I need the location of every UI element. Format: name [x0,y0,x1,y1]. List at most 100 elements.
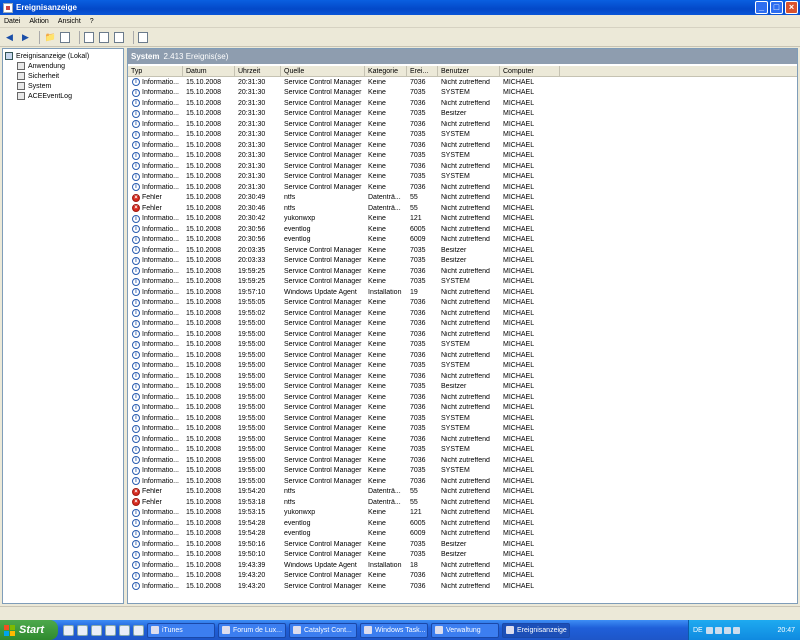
column-header-typ[interactable]: Typ [128,66,183,76]
tree-item-sicherheit[interactable]: Sicherheit [5,71,121,81]
table-row[interactable]: i Informatio... 15.10.2008 19:55:00 Service … [128,455,797,466]
table-row[interactable]: i Informatio... 15.10.2008 19:50:16 Service … [128,539,797,550]
table-row[interactable]: i Informatio... 15.10.2008 19:59:25 Service … [128,277,797,288]
table-row[interactable]: i Informatio... 15.10.2008 19:55:00 Service … [128,361,797,372]
menu-help[interactable]: ? [90,18,94,25]
table-row[interactable]: i Informatio... 15.10.2008 20:31:30 Service … [128,119,797,130]
task-taskmanager[interactable]: Windows Task... [360,622,428,638]
menu-datei[interactable]: Datei [4,18,20,25]
minimize-button[interactable]: _ [755,1,768,14]
table-row[interactable]: i Informatio... 15.10.2008 19:43:20 Service … [128,581,797,592]
menu-aktion[interactable]: Aktion [29,18,48,25]
table-row[interactable]: × Fehler 15.10.2008 20:30:49 ntfs Datenträ...… [128,193,797,204]
table-row[interactable]: i Informatio... 15.10.2008 19:55:05 Service … [128,298,797,309]
cell-typ: i Informatio... [128,235,183,244]
close-button[interactable]: × [785,1,798,14]
table-row[interactable]: i Informatio... 15.10.2008 19:55:00 Service … [128,392,797,403]
event-viewer-app-icon[interactable] [3,2,13,13]
start-button[interactable]: Start [0,620,58,640]
media-icon[interactable] [119,624,130,636]
folder-up-icon[interactable]: 📁 [44,31,57,44]
table-row[interactable]: i Informatio... 15.10.2008 20:31:30 Service … [128,151,797,162]
table-row[interactable]: i Informatio... 15.10.2008 19:54:28 eventlog… [128,529,797,540]
column-header-kategorie[interactable]: Kategorie [365,66,407,76]
task-itunes[interactable]: iTunes [147,622,215,638]
table-row[interactable]: i Informatio... 15.10.2008 19:55:00 Service … [128,424,797,435]
properties-icon[interactable] [84,31,94,43]
wlan-icon[interactable] [91,624,102,636]
table-row[interactable]: i Informatio... 15.10.2008 20:31:30 Service … [128,182,797,193]
table-row[interactable]: × Fehler 15.10.2008 19:54:20 ntfs Datenträ...… [128,487,797,498]
desktop-icon[interactable] [133,624,144,636]
cell-benutzer: Nicht zutreffend [441,194,490,202]
cell-datum: 15.10.2008 [186,78,222,86]
tree-item-aceeventlog[interactable]: ACEEventLog [5,91,121,101]
clock[interactable]: 20:47 [777,627,795,634]
table-row[interactable]: i Informatio... 15.10.2008 20:31:30 Service … [128,140,797,151]
column-header-datum[interactable]: Datum [183,66,235,76]
table-row[interactable]: i Informatio... 15.10.2008 19:43:20 Service … [128,571,797,582]
tree-item-system[interactable]: System [5,81,121,91]
column-header-benutzer[interactable]: Benutzer [438,66,500,76]
table-row[interactable]: i Informatio... 15.10.2008 19:55:00 Service … [128,413,797,424]
table-row[interactable]: i Informatio... 15.10.2008 19:50:10 Service … [128,550,797,561]
task-catalyst[interactable]: Catalyst Cont... [289,622,357,638]
column-header-computer[interactable]: Computer [500,66,560,76]
task-ereignisanzeige[interactable]: Ereignisanzeige [502,622,570,638]
tray-icon[interactable] [705,626,713,634]
table-row[interactable]: i Informatio... 15.10.2008 19:55:00 Service … [128,445,797,456]
table-row[interactable]: i Informatio... 15.10.2008 19:55:00 Service … [128,403,797,414]
table-row[interactable]: i Informatio... 15.10.2008 20:31:30 Service … [128,161,797,172]
table-row[interactable]: i Informatio... 15.10.2008 19:55:00 Service … [128,329,797,340]
language-indicator[interactable]: DE [693,627,703,634]
task-verwaltung[interactable]: Verwaltung [431,622,499,638]
ati-tray-icon[interactable] [732,626,740,634]
help-icon[interactable] [138,31,148,43]
table-row[interactable]: i Informatio... 15.10.2008 19:55:00 Service … [128,371,797,382]
table-row[interactable]: i Informatio... 15.10.2008 19:54:28 eventlog… [128,518,797,529]
forward-arrow-icon[interactable]: ▶ [19,31,32,44]
column-header-quelle[interactable]: Quelle [281,66,365,76]
table-row[interactable]: i Informatio... 15.10.2008 20:30:42 yukonwxp… [128,214,797,225]
menu-ansicht[interactable]: Ansicht [58,18,81,25]
network-icon[interactable] [723,626,731,634]
table-row[interactable]: i Informatio... 15.10.2008 19:43:39 Windows … [128,560,797,571]
table-row[interactable]: i Informatio... 15.10.2008 19:55:00 Service … [128,340,797,351]
table-row[interactable]: i Informatio... 15.10.2008 20:31:30 Service … [128,109,797,120]
table-row[interactable]: i Informatio... 15.10.2008 19:55:00 Service … [128,382,797,393]
show-tree-icon[interactable] [60,31,70,43]
volume-icon[interactable] [714,626,722,634]
table-row[interactable]: i Informatio... 15.10.2008 20:31:30 Service … [128,98,797,109]
table-row[interactable]: × Fehler 15.10.2008 20:30:46 ntfs Datenträ...… [128,203,797,214]
table-row[interactable]: i Informatio... 15.10.2008 20:03:33 Service … [128,256,797,267]
table-row[interactable]: i Informatio... 15.10.2008 20:30:56 eventlog… [128,224,797,235]
task-forum[interactable]: Forum de Lux... [218,622,286,638]
table-row[interactable]: i Informatio... 15.10.2008 19:53:15 yukonwxp… [128,508,797,519]
tree-root[interactable]: Ereignisanzeige (Lokal) [5,51,121,61]
column-header-uhrzeit[interactable]: Uhrzeit [235,66,281,76]
table-row[interactable]: i Informatio... 15.10.2008 19:55:00 Service … [128,319,797,330]
table-row[interactable]: i Informatio... 15.10.2008 20:31:30 Service … [128,172,797,183]
firefox-icon[interactable] [63,624,74,636]
chat-icon[interactable] [77,624,88,636]
refresh-icon[interactable] [114,31,124,43]
table-row[interactable]: i Informatio... 15.10.2008 19:55:00 Service … [128,350,797,361]
back-arrow-icon[interactable]: ◀ [3,31,16,44]
table-row[interactable]: i Informatio... 15.10.2008 20:31:30 Service … [128,77,797,88]
tree-item-anwendung[interactable]: Anwendung [5,61,121,71]
table-row[interactable]: × Fehler 15.10.2008 19:53:18 ntfs Datenträ...… [128,497,797,508]
table-row[interactable]: i Informatio... 15.10.2008 19:59:25 Service … [128,266,797,277]
column-header-ereignis[interactable]: Erei... [407,66,438,76]
table-row[interactable]: i Informatio... 15.10.2008 19:57:10 Windows … [128,287,797,298]
table-row[interactable]: i Informatio... 15.10.2008 19:55:02 Service … [128,308,797,319]
word-icon[interactable] [105,624,116,636]
table-row[interactable]: i Informatio... 15.10.2008 19:55:00 Service … [128,466,797,477]
maximize-button[interactable]: □ [770,1,783,14]
table-row[interactable]: i Informatio... 15.10.2008 20:31:30 Service … [128,130,797,141]
table-row[interactable]: i Informatio... 15.10.2008 19:55:00 Service … [128,476,797,487]
table-row[interactable]: i Informatio... 15.10.2008 20:03:35 Service … [128,245,797,256]
table-row[interactable]: i Informatio... 15.10.2008 19:55:00 Service … [128,434,797,445]
table-row[interactable]: i Informatio... 15.10.2008 20:30:56 eventlog… [128,235,797,246]
table-row[interactable]: i Informatio... 15.10.2008 20:31:30 Service … [128,88,797,99]
export-icon[interactable] [99,31,109,43]
